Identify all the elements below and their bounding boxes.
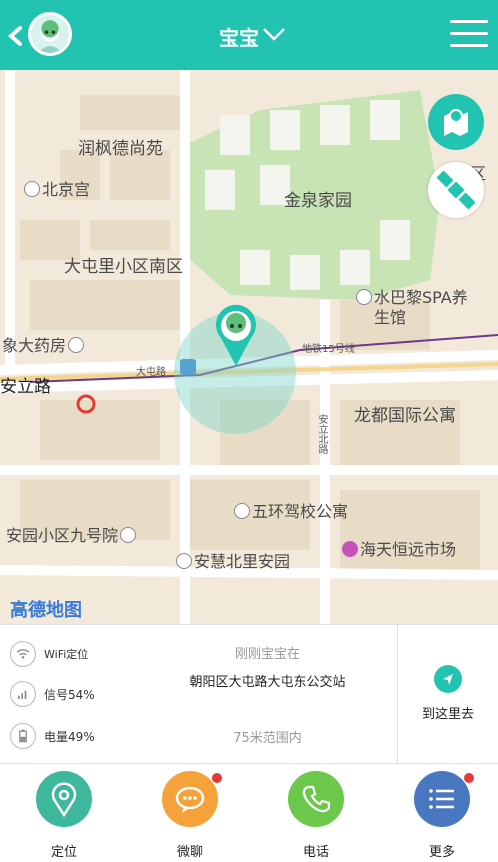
building-icon (234, 503, 250, 519)
label-longdu: 龙都国际公寓 (354, 406, 456, 426)
community-icon (120, 527, 137, 543)
goto-label: 到这里去 (421, 707, 474, 722)
map-pin-icon[interactable] (428, 94, 484, 150)
battery-label: 电量49% (44, 729, 95, 744)
wifi-label: WiFi定位 (44, 648, 89, 661)
phone-icon (288, 771, 344, 827)
address-text: 朝阳区大屯路大屯东公交站 (189, 675, 346, 690)
restaurant-icon (24, 181, 40, 197)
baby-location-pin-icon[interactable] (213, 304, 259, 368)
notification-badge (464, 773, 474, 783)
battery-row: 电量49% (10, 721, 95, 751)
label-metro15: 地铁15号线 (302, 344, 355, 355)
chevron-down-icon[interactable] (262, 26, 286, 42)
goto-button[interactable]: 到这里去 (398, 625, 498, 765)
nav-chat-label: 微聊 (176, 845, 203, 860)
nav-more[interactable]: 更多 (408, 771, 478, 860)
satellite-icon[interactable] (428, 162, 484, 218)
community-icon (176, 553, 192, 569)
label-pharmacy: 象大药房 (2, 332, 86, 356)
label-anyuan9: 安园小区九号院 (6, 522, 138, 546)
baby-avatar[interactable] (28, 12, 72, 56)
nav-phone[interactable]: 电话 (282, 771, 352, 860)
battery-icon (10, 723, 36, 749)
label-datunli: 大屯里小区南区 (64, 257, 183, 277)
nav-locate-label: 定位 (50, 845, 77, 860)
label-runfeng: 润枫德尚苑 (78, 139, 163, 159)
nav-locate[interactable]: 定位 (30, 771, 100, 860)
label-jinquan: 金泉家园 (284, 191, 352, 211)
label-anhuibei: 安慧北里安园 (176, 548, 290, 572)
label-wuhuan-text: 五环驾校公寓 (252, 502, 349, 521)
header-bar: 宝宝 (0, 0, 498, 70)
label-datunlu: 大屯路 (136, 367, 166, 378)
spa-icon (356, 289, 372, 305)
label-pharmacy-text: 象大药房 (2, 336, 67, 355)
unread-badge (212, 773, 222, 783)
shopping-icon (342, 541, 358, 557)
label-anlibei: 安立北路 (316, 414, 327, 454)
label-haitian-text: 海天恒远市场 (360, 540, 457, 559)
status-text: 刚刚宝宝在 (234, 647, 300, 662)
nav-more-label: 更多 (428, 845, 455, 860)
signal-row: 信号54% (10, 679, 95, 709)
location-info-panel: WiFi定位 信号54% 电量49% 刚刚宝宝在 朝阳区大屯路大屯东公交站 75… (0, 624, 498, 765)
pharmacy-icon (68, 337, 85, 353)
signal-label: 信号54% (44, 687, 95, 702)
navigate-arrow-icon (434, 665, 462, 693)
page-title[interactable]: 宝宝 (219, 22, 259, 51)
bottom-nav: 定位 微聊 电话 更多 (0, 765, 498, 862)
label-haitian: 海天恒远市场 (342, 536, 456, 560)
list-menu-icon (414, 771, 470, 827)
label-anli-road: 安立路 (0, 377, 51, 397)
nav-phone-label: 电话 (302, 845, 329, 860)
label-beijinggong: 北京宫 (24, 176, 90, 200)
wifi-icon (10, 641, 36, 667)
label-wuhuan: 五环驾校公寓 (234, 498, 348, 522)
label-shuibali2: 生馆 (374, 308, 407, 327)
label-anhuibei-text: 安慧北里安园 (194, 552, 291, 571)
range-text: 75米范围内 (233, 731, 302, 746)
map-view[interactable]: 润枫德尚苑 北京宫 金泉家园 大屯里小区南区 水巴黎SPA养 生馆 象大药房 安… (0, 70, 498, 624)
amap-logo: 高德地图 (10, 600, 82, 621)
nav-chat[interactable]: 微聊 (156, 771, 226, 860)
wifi-row: WiFi定位 (10, 639, 88, 669)
signal-icon (10, 681, 36, 707)
label-beijinggong-text: 北京宫 (42, 180, 91, 199)
label-anyuan9-text: 安园小区九号院 (6, 526, 119, 545)
back-arrow-icon[interactable] (8, 26, 24, 46)
hamburger-menu-icon[interactable] (450, 20, 488, 50)
chat-bubble-icon (162, 771, 218, 827)
label-shuibali: 水巴黎SPA养 (356, 284, 468, 308)
location-icon (36, 771, 92, 827)
